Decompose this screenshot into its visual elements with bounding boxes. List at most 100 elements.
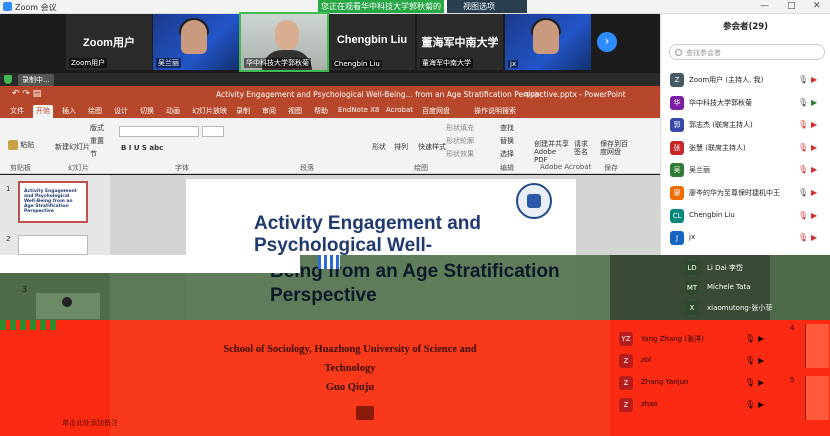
new-slide-button[interactable]: 新建幻灯片 <box>55 142 90 152</box>
tab-endnote[interactable]: EndNote X8 <box>338 106 379 114</box>
close-icon[interactable]: ✕ <box>813 1 821 11</box>
layout-button[interactable]: 版式 <box>90 123 104 133</box>
slide-affiliation: School of Sociology, Huazhong University… <box>222 340 478 397</box>
arrange-button[interactable]: 排列 <box>394 142 408 152</box>
participant-row[interactable]: 吴吴兰丽 🎙 ▶ <box>661 160 830 182</box>
notes-placeholder[interactable]: 单击此处添加备注 <box>62 418 118 428</box>
find-button[interactable]: 查找 <box>500 123 514 133</box>
quick-styles-button[interactable]: 快速样式 <box>418 142 446 152</box>
tab-file[interactable]: 文件 <box>10 106 24 116</box>
slide-thumbnail-4[interactable] <box>805 324 829 368</box>
video-tile-chengbin-liu[interactable]: Chengbin Liu Chengbin Liu <box>329 14 415 70</box>
slide-thumbnail-3[interactable] <box>36 293 100 319</box>
microphone-icon[interactable]: 🎙 <box>798 120 808 129</box>
participant-row[interactable]: Zzbl 🎙 ▶ <box>610 351 785 371</box>
participant-row[interactable]: Zzhao 🎙 ▶ <box>610 395 785 415</box>
paste-button[interactable]: 粘贴 <box>8 140 34 150</box>
slide-nav-button[interactable] <box>356 406 374 420</box>
tab-insert[interactable]: 插入 <box>62 106 76 116</box>
participant-row[interactable]: 华华中科技大学郭秋菊 🎙 ▶ <box>661 93 830 115</box>
participant-row[interactable]: Z Zoom用户 (主持人, 我) 🎙 ▶ <box>661 70 830 92</box>
camera-icon[interactable]: ▶ <box>811 165 821 174</box>
camera-icon[interactable]: ▶ <box>811 233 821 242</box>
microphone-icon[interactable]: 🎙 <box>798 98 808 107</box>
microphone-icon[interactable]: 🎙 <box>745 378 755 387</box>
participant-row[interactable]: 郭郭志杰 (联席主持人) 🎙 ▶ <box>661 115 830 137</box>
participant-row[interactable]: Xxiaomutong-张小菲 <box>610 298 772 318</box>
tab-record[interactable]: 录制 <box>236 106 250 116</box>
video-tile-wu-lanli[interactable]: 吴兰丽 <box>153 14 239 70</box>
tab-transitions[interactable]: 切换 <box>140 106 154 116</box>
participant-row[interactable]: CL Chengbin Liu 🎙 ▶ <box>661 206 830 228</box>
tab-baidu[interactable]: 百度网盘 <box>422 106 450 116</box>
shape-effect-button[interactable]: 形状效果 <box>446 149 474 159</box>
microphone-icon[interactable]: 🎙 <box>798 211 808 220</box>
request-sign-button[interactable]: 请求签名 <box>574 140 590 156</box>
participant-row[interactable]: LD Li Dai 李岱 <box>610 258 770 278</box>
video-tile-guo-qiuju[interactable]: 华中科技大学郭秋菊 <box>239 12 329 72</box>
tab-animations[interactable]: 动画 <box>166 106 180 116</box>
next-page-arrow-icon[interactable]: › <box>597 32 617 52</box>
microphone-icon[interactable]: 🎙 <box>798 143 808 152</box>
camera-icon[interactable]: ▶ <box>811 211 821 220</box>
save-to-baidu-button[interactable]: 保存到百度网盘 <box>600 140 628 156</box>
participant-row[interactable]: 张张慧 (联席主持人) 🎙 ▶ <box>661 138 830 160</box>
participant-row[interactable]: YZ Yang Zhang (张洋) 🎙 ▶ <box>610 329 785 349</box>
camera-icon[interactable]: ▶ <box>811 75 821 84</box>
microphone-icon[interactable]: 🎙 <box>745 356 755 365</box>
microphone-icon[interactable]: 🎙 <box>798 165 808 174</box>
tab-review[interactable]: 审阅 <box>262 106 276 116</box>
slide-thumbnail-2[interactable] <box>18 235 88 255</box>
camera-icon[interactable]: ▶ <box>811 143 821 152</box>
tab-help[interactable]: 帮助 <box>314 106 328 116</box>
slide-thumbnail-1[interactable]: Activity Engagement and Psychological We… <box>18 181 88 223</box>
camera-icon[interactable]: ▶ <box>758 400 768 409</box>
slide-thumbnail-5[interactable] <box>805 376 829 420</box>
camera-icon[interactable]: ▶ <box>758 356 768 365</box>
slide-canvas[interactable]: Activity Engagement and Psychological We… <box>186 179 576 256</box>
microphone-icon[interactable]: 🎙 <box>798 75 808 84</box>
video-tile-zoom-user[interactable]: Zoom用户 Zoom用户 <box>66 14 152 70</box>
participant-name: 吴兰丽 <box>689 166 710 175</box>
shape-button[interactable]: 形状 <box>372 142 386 152</box>
recording-status[interactable]: 录制中... <box>18 74 54 86</box>
microphone-icon[interactable]: 🎙 <box>745 400 755 409</box>
microphone-icon[interactable]: 🎙 <box>798 233 808 242</box>
video-tile-dong-haijun[interactable]: 董海军中南大学 董海军中南大学 <box>417 14 503 70</box>
participant-row[interactable]: Jjx 🎙 ▶ <box>661 228 830 250</box>
font-size-select[interactable] <box>202 126 224 137</box>
view-options-button[interactable]: 视图选项 <box>447 0 527 13</box>
tab-draw[interactable]: 绘图 <box>88 106 102 116</box>
minimize-icon[interactable]: — <box>760 1 769 11</box>
tab-home[interactable]: 开始 <box>33 105 53 118</box>
tell-me-search[interactable]: 操作说明搜索 <box>474 106 516 116</box>
camera-icon[interactable]: ▶ <box>758 378 768 387</box>
participant-row[interactable]: MT Michele Tata <box>610 278 770 298</box>
tab-view[interactable]: 视图 <box>288 106 302 116</box>
microphone-icon[interactable]: 🎙 <box>745 334 755 343</box>
participant-row[interactable]: 廖廖岑的华为至尊保时捷机中王 🎙 ▶ <box>661 183 830 205</box>
reset-button[interactable]: 重置 <box>90 136 104 146</box>
video-tile-jx[interactable]: jx <box>505 14 591 70</box>
camera-icon[interactable]: ▶ <box>811 120 821 129</box>
camera-icon[interactable]: ▶ <box>811 98 821 107</box>
tab-design[interactable]: 设计 <box>114 106 128 116</box>
shape-outline-button[interactable]: 形状轮廓 <box>446 136 474 146</box>
camera-icon[interactable]: ▶ <box>811 188 821 197</box>
camera-icon[interactable]: ▶ <box>758 334 768 343</box>
participants-search-input[interactable]: 查找参会者 <box>669 44 825 60</box>
shape-fill-button[interactable]: 形状填充 <box>446 123 474 133</box>
section-button[interactable]: 节 <box>90 149 97 159</box>
maximize-icon[interactable]: □ <box>787 1 796 11</box>
microphone-icon[interactable]: 🎙 <box>798 188 808 197</box>
quick-access-icon[interactable]: ↶ ↷ ▤ <box>12 89 41 99</box>
replace-button[interactable]: 替换 <box>500 136 514 146</box>
user-name[interactable]: qiuju <box>524 90 541 98</box>
format-buttons[interactable]: B I U S abc <box>121 144 163 152</box>
participant-row[interactable]: Z Zhang Yanjun 🎙 ▶ <box>610 373 785 393</box>
select-button[interactable]: 选择 <box>500 149 514 159</box>
tab-acrobat[interactable]: Acrobat <box>386 106 413 114</box>
tab-slideshow[interactable]: 幻灯片放映 <box>192 106 227 116</box>
create-pdf-button[interactable]: 创建并共享 Adobe PDF <box>534 140 570 164</box>
font-family-select[interactable] <box>119 126 199 137</box>
